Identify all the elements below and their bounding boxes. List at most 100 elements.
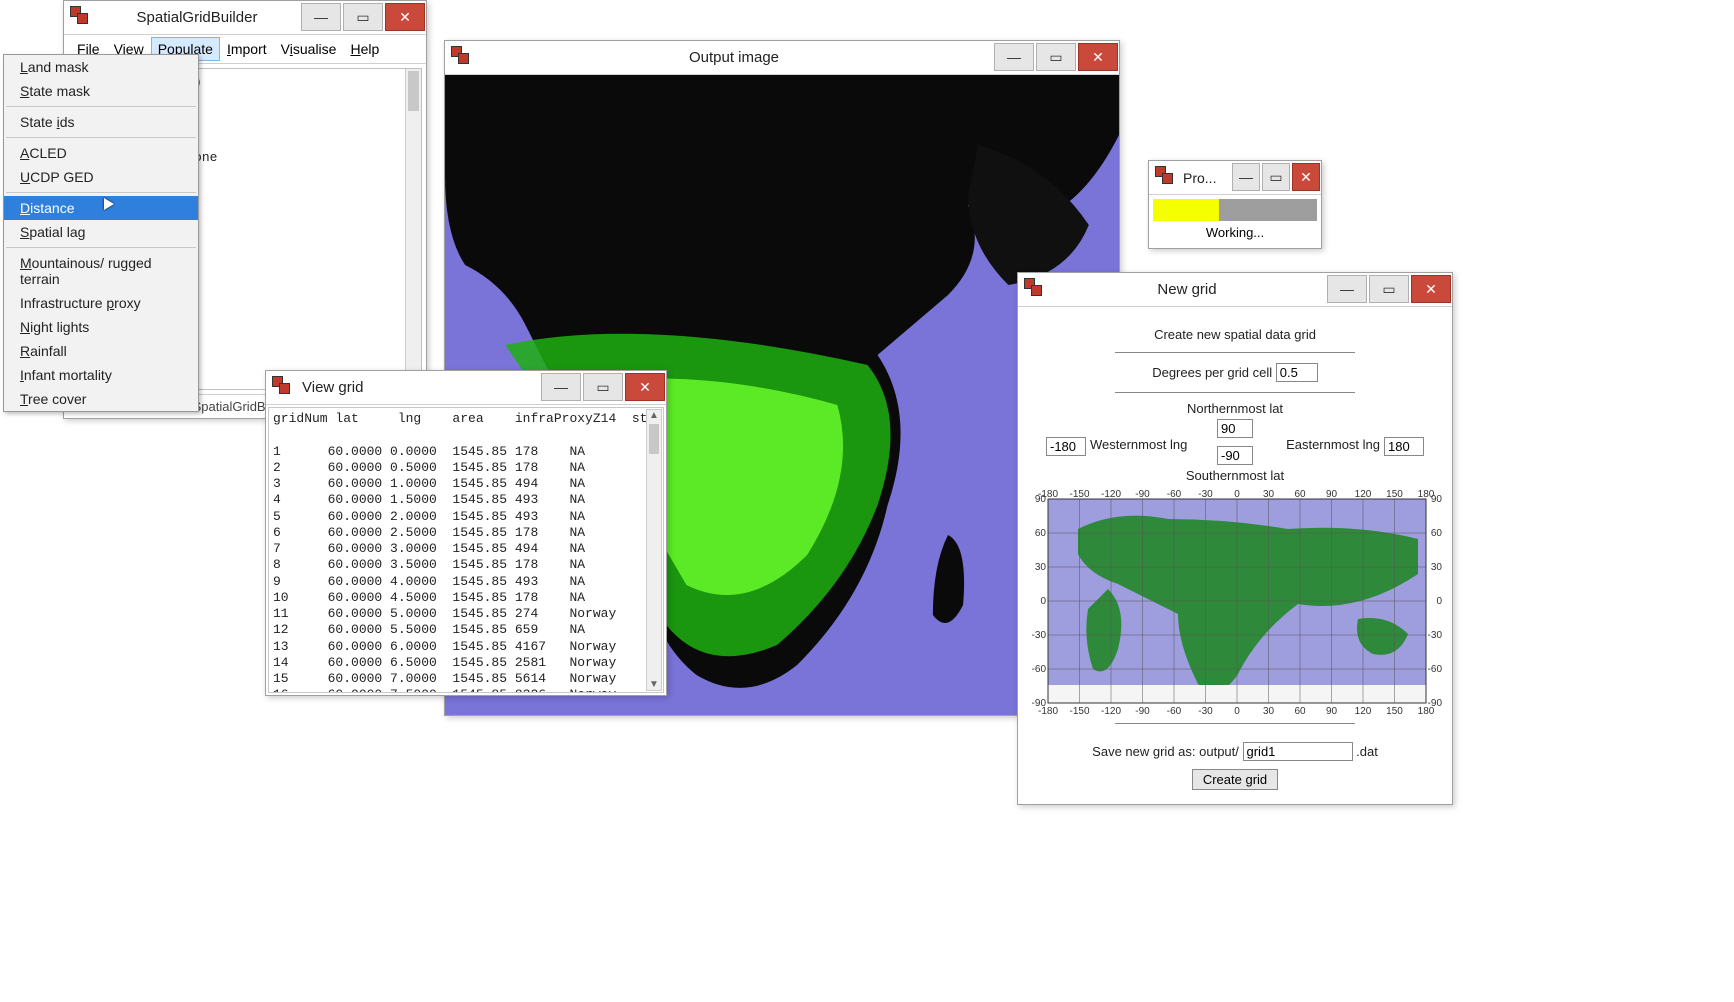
menu-item-mountainous-rugged-terrain[interactable]: Mountainous/ rugged terrain bbox=[4, 251, 198, 291]
svg-text:150: 150 bbox=[1386, 489, 1403, 500]
close-button[interactable]: ✕ bbox=[385, 3, 425, 31]
maximize-button[interactable]: ▭ bbox=[1262, 163, 1290, 191]
create-grid-button[interactable]: Create grid bbox=[1192, 769, 1278, 790]
svg-text:90: 90 bbox=[1326, 706, 1338, 715]
svg-text:-150: -150 bbox=[1069, 706, 1089, 715]
app-icon bbox=[70, 6, 94, 30]
svg-text:0: 0 bbox=[1040, 596, 1046, 607]
maximize-button[interactable]: ▭ bbox=[1369, 275, 1409, 303]
maximize-button[interactable]: ▭ bbox=[583, 373, 623, 401]
console-scrollbar[interactable] bbox=[405, 69, 421, 389]
populate-menu: Land maskState mask State ids ACLEDUCDP GE… bbox=[3, 54, 199, 412]
maximize-button[interactable]: ▭ bbox=[343, 3, 383, 31]
west-input[interactable] bbox=[1046, 437, 1086, 456]
east-input[interactable] bbox=[1384, 437, 1424, 456]
app-icon bbox=[1155, 166, 1179, 190]
menu-item-night-lights[interactable]: Night lights bbox=[4, 315, 198, 339]
svg-text:90: 90 bbox=[1431, 494, 1443, 505]
close-button[interactable]: ✕ bbox=[625, 373, 665, 401]
svg-text:90: 90 bbox=[1035, 494, 1047, 505]
minimize-button[interactable]: — bbox=[1327, 275, 1367, 303]
minimize-button[interactable]: — bbox=[1232, 163, 1260, 191]
svg-text:90: 90 bbox=[1326, 489, 1338, 500]
west-label: Westernmost lng bbox=[1090, 437, 1187, 452]
svg-text:-60: -60 bbox=[1167, 706, 1182, 715]
grid-data-text[interactable]: gridNum lat lng area infraProxyZ14 state… bbox=[268, 407, 664, 693]
save-prefix: Save new grid as: output/ bbox=[1092, 744, 1239, 759]
svg-text:120: 120 bbox=[1355, 489, 1372, 500]
svg-text:-60: -60 bbox=[1032, 664, 1047, 675]
menu-item-spatial-lag[interactable]: Spatial lag bbox=[4, 220, 198, 244]
output-title: Output image bbox=[475, 49, 993, 66]
menu-item-tree-cover[interactable]: Tree cover bbox=[4, 387, 198, 411]
svg-text:-30: -30 bbox=[1032, 630, 1047, 641]
menu-item-distance[interactable]: Distance bbox=[4, 196, 198, 220]
svg-text:30: 30 bbox=[1263, 706, 1275, 715]
progress-titlebar[interactable]: Pro... — ▭ ✕ bbox=[1149, 161, 1321, 195]
progress-label: Working... bbox=[1153, 221, 1317, 244]
svg-text:150: 150 bbox=[1386, 706, 1403, 715]
progress-window: Pro... — ▭ ✕ Working... bbox=[1148, 160, 1322, 249]
svg-text:30: 30 bbox=[1431, 562, 1443, 573]
svg-text:-30: -30 bbox=[1428, 630, 1443, 641]
south-label: Southernmost lat bbox=[1186, 468, 1284, 483]
output-titlebar[interactable]: Output image — ▭ ✕ bbox=[445, 41, 1119, 75]
menu-item-infant-mortality[interactable]: Infant mortality bbox=[4, 363, 198, 387]
east-label: Easternmost lng bbox=[1286, 437, 1380, 452]
view-grid-window: View grid — ▭ ✕ gridNum lat lng area inf… bbox=[265, 370, 667, 696]
menu-item-acled[interactable]: ACLED bbox=[4, 141, 198, 165]
minimize-button[interactable]: — bbox=[994, 43, 1034, 71]
svg-text:-60: -60 bbox=[1428, 664, 1443, 675]
menu-visualise[interactable]: Visualise bbox=[274, 37, 344, 61]
save-suffix: .dat bbox=[1356, 744, 1378, 759]
svg-text:-90: -90 bbox=[1428, 698, 1443, 709]
viewgrid-title: View grid bbox=[296, 379, 540, 396]
svg-text:0: 0 bbox=[1234, 489, 1240, 500]
deg-input[interactable] bbox=[1276, 363, 1318, 382]
svg-text:-90: -90 bbox=[1135, 489, 1150, 500]
svg-text:0: 0 bbox=[1436, 596, 1442, 607]
svg-text:-60: -60 bbox=[1167, 489, 1182, 500]
north-input[interactable] bbox=[1217, 419, 1253, 438]
svg-text:-90: -90 bbox=[1135, 706, 1150, 715]
svg-text:-120: -120 bbox=[1101, 706, 1121, 715]
newgrid-title: New grid bbox=[1048, 281, 1326, 298]
menu-item-rainfall[interactable]: Rainfall bbox=[4, 339, 198, 363]
app-icon bbox=[1024, 278, 1048, 302]
minimize-button[interactable]: — bbox=[301, 3, 341, 31]
main-titlebar[interactable]: SpatialGridBuilder — ▭ ✕ bbox=[64, 1, 426, 35]
close-button[interactable]: ✕ bbox=[1078, 43, 1118, 71]
menu-item-ucdp-ged[interactable]: UCDP GED bbox=[4, 165, 198, 189]
menu-item-state-mask[interactable]: State mask bbox=[4, 79, 198, 103]
grid-scrollbar[interactable]: ▲ ▼ bbox=[646, 409, 662, 691]
world-map-preview: -180-180-150-150-120-120-90-90-60-60-30-… bbox=[1030, 487, 1440, 715]
svg-text:60: 60 bbox=[1035, 528, 1047, 539]
menu-item-infrastructure-proxy[interactable]: Infrastructure proxy bbox=[4, 291, 198, 315]
menu-item-land-mask[interactable]: Land mask bbox=[4, 55, 198, 79]
close-button[interactable]: ✕ bbox=[1411, 275, 1451, 303]
menu-help[interactable]: Help bbox=[343, 37, 386, 61]
menu-import[interactable]: Import bbox=[220, 37, 274, 61]
svg-text:-90: -90 bbox=[1032, 698, 1047, 709]
close-button[interactable]: ✕ bbox=[1292, 163, 1320, 191]
north-label: Northernmost lat bbox=[1187, 401, 1283, 416]
svg-text:60: 60 bbox=[1431, 528, 1443, 539]
maximize-button[interactable]: ▭ bbox=[1036, 43, 1076, 71]
main-title: SpatialGridBuilder bbox=[94, 9, 300, 26]
svg-text:120: 120 bbox=[1355, 706, 1372, 715]
svg-text:60: 60 bbox=[1294, 489, 1306, 500]
bounds-area: Northernmost lat Westernmost lng | Easte… bbox=[1030, 401, 1440, 483]
new-grid-window: New grid — ▭ ✕ Create new spatial data g… bbox=[1017, 272, 1453, 805]
svg-text:-120: -120 bbox=[1101, 489, 1121, 500]
menu-item-state-ids[interactable]: State ids bbox=[4, 110, 198, 134]
progress-title: Pro... bbox=[1179, 170, 1231, 186]
svg-text:-30: -30 bbox=[1198, 489, 1213, 500]
newgrid-header: Create new spatial data grid bbox=[1030, 327, 1440, 342]
save-name-input[interactable] bbox=[1243, 742, 1353, 761]
south-input[interactable] bbox=[1217, 446, 1253, 465]
viewgrid-titlebar[interactable]: View grid — ▭ ✕ bbox=[266, 371, 666, 405]
newgrid-titlebar[interactable]: New grid — ▭ ✕ bbox=[1018, 273, 1452, 307]
svg-text:30: 30 bbox=[1035, 562, 1047, 573]
minimize-button[interactable]: — bbox=[541, 373, 581, 401]
svg-text:-30: -30 bbox=[1198, 706, 1213, 715]
